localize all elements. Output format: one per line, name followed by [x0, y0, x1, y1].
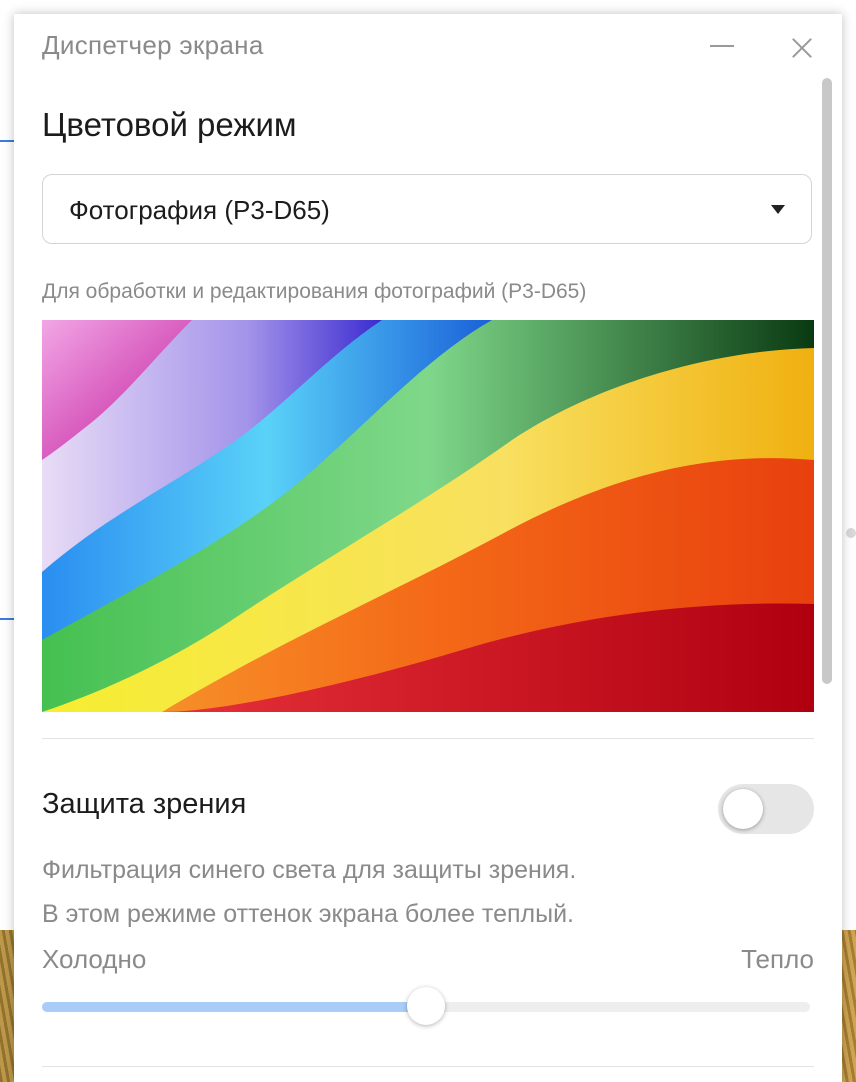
scrollbar[interactable] [822, 78, 832, 684]
eye-protection-description: Фильтрация синего света для защиты зрени… [42, 848, 576, 936]
dropdown-arrow-icon [771, 205, 785, 214]
minimize-button[interactable] [702, 32, 742, 62]
color-mode-select[interactable]: Фотография (P3-D65) [42, 174, 812, 244]
color-preview-image [42, 320, 814, 712]
slider-fill [42, 1002, 426, 1012]
section-divider [42, 1066, 814, 1067]
eye-protection-description-line: В этом режиме оттенок экрана более теплы… [42, 900, 575, 928]
slider-thumb[interactable] [407, 987, 445, 1025]
color-temperature-slider[interactable] [42, 987, 810, 1025]
close-button[interactable] [784, 30, 820, 66]
color-mode-heading: Цветовой режим [42, 106, 297, 143]
background-divider [0, 140, 14, 142]
section-divider [42, 738, 814, 739]
background-scroll-indicator [846, 528, 856, 538]
eye-protection-heading: Защита зрения [42, 788, 247, 820]
color-mode-selected-value: Фотография (P3-D65) [69, 195, 330, 225]
slider-cold-label: Холодно [42, 944, 147, 974]
toggle-knob [723, 789, 763, 829]
window-title: Диспетчер экрана [42, 30, 264, 60]
eye-protection-description-line: Фильтрация синего света для защиты зрени… [42, 856, 577, 884]
eye-protection-toggle[interactable] [718, 784, 814, 834]
background-divider [0, 618, 14, 620]
color-mode-description: Для обработки и редактирования фотографи… [42, 280, 587, 303]
slider-warm-label: Тепло [741, 944, 814, 974]
display-manager-dialog: Диспетчер экрана Цветовой режим Фотограф… [14, 14, 842, 1082]
